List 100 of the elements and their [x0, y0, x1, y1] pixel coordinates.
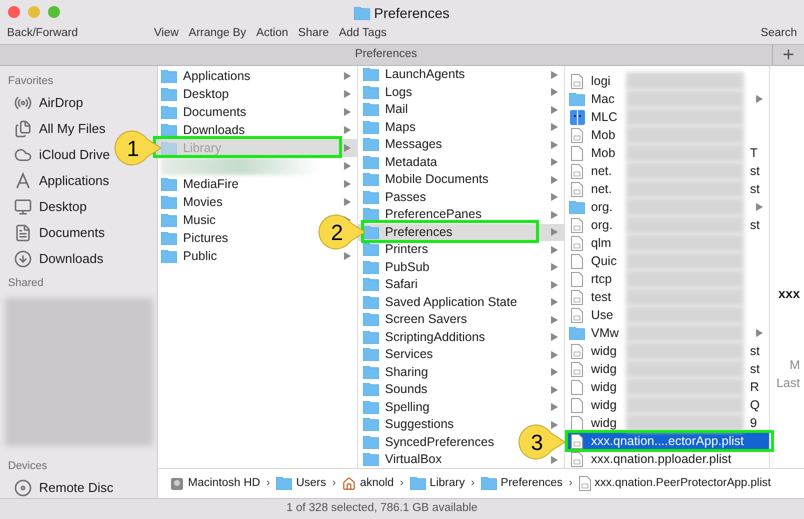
folder-item[interactable]: ScriptingAdditions	[363, 328, 486, 347]
disclosure-arrow-icon	[551, 263, 558, 272]
folder-item[interactable]: Saved Application State	[363, 292, 518, 312]
zoom-button[interactable]	[48, 6, 60, 18]
toolbar-button[interactable]: Arrange By	[188, 25, 246, 43]
folder-item[interactable]: Mobile Documents	[363, 170, 489, 190]
toolbar-button[interactable]: View	[154, 25, 179, 43]
disclosure-arrow-icon	[551, 106, 558, 114]
file-row[interactable]: xxx.qnation.pploader.plist	[565, 450, 769, 468]
folder-item[interactable]: Suggestions	[363, 415, 454, 434]
folder-item[interactable]: Passes	[363, 188, 426, 207]
folder-icon	[569, 326, 585, 340]
back-forward-button[interactable]: Back/Forward	[7, 25, 78, 43]
sidebar-item[interactable]: Documents	[8, 220, 157, 246]
folder-item[interactable]: Safari	[363, 275, 418, 294]
toolbar-button[interactable]: Add Tags	[338, 25, 387, 43]
folder-item[interactable]: PubSub	[363, 258, 430, 277]
folder-row[interactable]: Documents	[158, 103, 357, 121]
sidebar-heading: Devices	[8, 459, 48, 474]
folder-item[interactable]: SyncedPreferences	[363, 432, 494, 452]
sidebar-heading: Shared	[8, 276, 44, 291]
folder-icon	[363, 226, 379, 239]
folder-icon	[161, 214, 177, 226]
sidebar-item[interactable]: AirDrop	[8, 90, 157, 116]
applications-icon	[14, 172, 32, 190]
sidebar-item[interactable]: Downloads	[8, 246, 157, 272]
folder-icon	[161, 250, 177, 262]
disclosure-arrow-icon	[551, 70, 558, 79]
path-separator: ›	[568, 476, 573, 491]
folder-item[interactable]: LaunchAgents	[363, 66, 465, 84]
path-separator: ›	[266, 476, 270, 491]
users-folder-icon	[276, 477, 292, 490]
path-item[interactable]: xxx.qnation.PeerProtectorApp.plist	[578, 474, 771, 492]
folder-icon	[363, 453, 379, 466]
folder-item[interactable]: Printers	[363, 240, 428, 260]
folder-row[interactable]: Public	[158, 247, 357, 265]
folder-item[interactable]: VirtualBox	[363, 450, 442, 468]
tab[interactable]: Preferences	[0, 45, 772, 65]
airdrop-icon	[14, 94, 32, 112]
path-item[interactable]: Library	[410, 474, 465, 492]
folder-item[interactable]: Services	[363, 345, 433, 364]
path-separator: ›	[332, 476, 336, 491]
sidebar-item[interactable]: Applications	[8, 168, 157, 194]
files-icon	[14, 120, 32, 138]
folder-row[interactable]: Movies	[158, 193, 357, 211]
toolbar-button[interactable]: Action	[256, 25, 288, 43]
minimize-button[interactable]	[28, 6, 40, 18]
folder-icon	[363, 366, 379, 379]
window-title: Preferences	[374, 4, 450, 23]
toolbar-button[interactable]: Share	[298, 25, 329, 43]
sidebar-item[interactable]: Desktop	[8, 194, 157, 220]
path-separator: ›	[400, 476, 404, 491]
plist-file-icon	[571, 434, 583, 448]
disclosure-arrow-icon	[551, 123, 558, 132]
folder-item[interactable]: Messages	[363, 135, 442, 154]
folder-icon	[161, 142, 177, 154]
folder-item[interactable]: Sharing	[363, 362, 428, 382]
folder-icon	[161, 88, 177, 100]
disclosure-arrow-icon	[551, 316, 558, 324]
folder-item[interactable]: Metadata	[363, 152, 438, 172]
document-icon	[14, 224, 32, 242]
folder-icon	[363, 260, 379, 274]
folder-item[interactable]: Spelling	[363, 398, 430, 417]
desktop-icon	[14, 198, 32, 216]
close-button[interactable]	[8, 6, 20, 18]
folder-row[interactable]: MediaFire	[158, 175, 357, 193]
folder-icon	[363, 400, 379, 414]
path-separator: ›	[470, 476, 475, 491]
plist-file-icon	[571, 164, 583, 178]
search-button[interactable]: Search	[760, 25, 797, 43]
folder-item[interactable]: Maps	[363, 118, 416, 137]
document-icon	[571, 272, 583, 286]
disclosure-arrow-icon	[344, 144, 351, 152]
sidebar-item[interactable]: Remote Disc	[8, 475, 157, 501]
folder-item[interactable]: Sounds	[363, 380, 428, 400]
folder-icon	[569, 92, 585, 106]
folder-icon	[363, 103, 379, 116]
folder-icon	[363, 173, 379, 186]
folder-icon	[363, 436, 379, 449]
plist-file-icon	[571, 344, 583, 358]
path-item[interactable]: Users	[276, 474, 326, 492]
folder-item[interactable]: Screen Savers	[363, 310, 467, 330]
folder-row[interactable]: Applications	[158, 67, 357, 85]
folder-item[interactable]: Logs	[363, 82, 412, 102]
disclosure-arrow-icon	[756, 95, 763, 103]
folder-item[interactable]: Mail	[363, 100, 408, 120]
sidebar-heading: Favorites	[8, 74, 54, 89]
path-item[interactable]: aknold	[342, 474, 394, 492]
disclosure-arrow-icon	[551, 193, 558, 202]
document-icon	[571, 416, 583, 430]
folder-row[interactable]: Desktop	[158, 85, 357, 103]
new-tab-button[interactable]: +	[772, 45, 804, 65]
disclosure-arrow-icon	[551, 368, 558, 376]
disclosure-arrow-icon	[551, 210, 558, 219]
folder-icon	[363, 138, 379, 152]
hard-drive-icon	[170, 476, 184, 490]
folder-icon	[363, 330, 379, 344]
disclosure-arrow-icon	[344, 72, 351, 80]
path-item[interactable]: Preferences	[480, 474, 563, 492]
path-item[interactable]: Macintosh HD	[170, 474, 260, 492]
